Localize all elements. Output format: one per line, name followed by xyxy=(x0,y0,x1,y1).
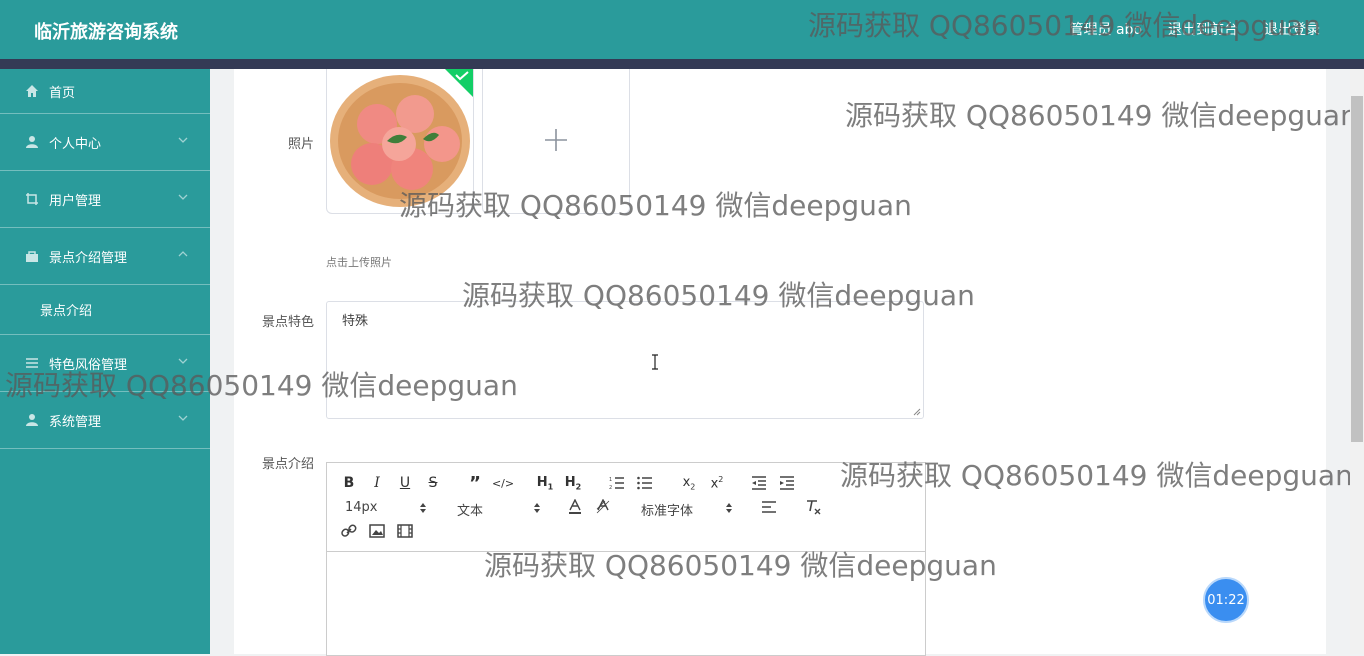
outdent-button[interactable] xyxy=(749,473,769,493)
sidebar-item-attraction-management[interactable]: 景点介绍管理 xyxy=(0,228,210,285)
ordered-list-button[interactable]: 12 xyxy=(607,473,627,493)
clear-format-icon xyxy=(807,500,821,515)
background-color-button[interactable] xyxy=(593,497,613,517)
code-block-button[interactable]: </> xyxy=(492,473,514,493)
person-icon xyxy=(26,414,38,426)
chevron-up-icon xyxy=(178,251,188,257)
font-size-select[interactable]: 14px xyxy=(345,500,378,515)
select-arrows-icon xyxy=(420,503,426,513)
feature-label: 景点特色 xyxy=(261,315,314,330)
watermark-text: 源码获取 QQ86050149 微信deepguan xyxy=(5,369,518,402)
background-color-icon xyxy=(596,499,610,514)
watermark-text: 源码获取 QQ86050149 微信deepguan xyxy=(840,459,1353,492)
sidebar-item-label: 景点介绍 xyxy=(40,304,93,319)
sidebar-item-label: 景点介绍管理 xyxy=(49,250,128,266)
scrollbar-thumb[interactable] xyxy=(1351,96,1363,442)
sidebar-item-home[interactable]: 首页 xyxy=(0,69,210,114)
chevron-down-icon xyxy=(178,137,188,143)
editor-toolbar: B I U S ” </> H1 H2 12 x2 x2 14px 文本 标准字 xyxy=(327,463,925,552)
align-button[interactable] xyxy=(759,497,779,517)
underline-button[interactable]: U xyxy=(395,473,415,493)
bullet-list-icon xyxy=(637,476,652,490)
watermark-text: 源码获取 QQ86050149 微信deepguan xyxy=(399,189,912,222)
sidebar-item-label: 用户管理 xyxy=(49,193,102,209)
bullet-list-button[interactable] xyxy=(635,473,655,493)
crop-icon xyxy=(26,193,38,205)
sidebar-item-user-management[interactable]: 用户管理 xyxy=(0,171,210,228)
blockquote-button[interactable]: ” xyxy=(465,473,485,494)
photo-label: 照片 xyxy=(287,137,314,152)
intro-label: 景点介绍 xyxy=(261,457,314,472)
sidebar-item-label: 系统管理 xyxy=(49,414,102,430)
align-left-icon xyxy=(762,501,776,513)
heading-2-button[interactable]: H2 xyxy=(563,473,583,493)
chevron-down-icon xyxy=(178,415,188,421)
outdent-icon xyxy=(752,476,766,490)
watermark-text: 源码获取 QQ86050149 微信deepguan xyxy=(462,279,975,312)
ordered-list-icon: 12 xyxy=(609,477,624,490)
resize-handle-icon[interactable] xyxy=(913,408,921,416)
font-color-icon xyxy=(569,499,581,514)
svg-text:2: 2 xyxy=(609,485,612,490)
link-button[interactable] xyxy=(339,521,359,541)
indent-icon xyxy=(780,476,794,490)
italic-button[interactable]: I xyxy=(367,473,387,493)
chevron-down-icon xyxy=(178,194,188,200)
sidebar-item-personal-center[interactable]: 个人中心 xyxy=(0,114,210,171)
watermark-text: 源码获取 QQ86050149 微信deepguan xyxy=(845,99,1358,132)
video-button[interactable] xyxy=(395,521,415,541)
text-type-select[interactable]: 文本 xyxy=(457,500,483,519)
video-icon xyxy=(397,524,413,538)
bold-button[interactable]: B xyxy=(339,473,359,493)
indent-button[interactable] xyxy=(777,473,797,493)
header-stripe xyxy=(0,59,1364,69)
select-arrows-icon xyxy=(726,503,732,513)
image-icon xyxy=(369,524,385,538)
select-arrows-icon xyxy=(534,503,540,513)
app-title: 临沂旅游咨询系统 xyxy=(34,22,178,43)
superscript-button[interactable]: x2 xyxy=(707,473,727,493)
link-icon xyxy=(341,524,357,537)
plus-icon xyxy=(545,129,567,151)
font-family-select[interactable]: 标准字体 xyxy=(641,500,693,519)
upload-success-check-icon xyxy=(445,69,473,97)
clear-format-button[interactable] xyxy=(803,497,823,517)
recording-timer-badge[interactable]: 01:22 xyxy=(1203,577,1249,623)
strikethrough-button[interactable]: S xyxy=(423,473,443,493)
watermark-text: 源码获取 QQ86050149 微信deepguan xyxy=(808,9,1321,42)
svg-text:1: 1 xyxy=(609,477,612,483)
watermark-text: 源码获取 QQ86050149 微信deepguan xyxy=(484,549,997,582)
heading-1-button[interactable]: H1 xyxy=(535,473,555,493)
person-icon xyxy=(26,136,38,148)
sidebar: 首页 个人中心 用户管理 景点介绍管理 景点介绍 特色风俗管理 系统管理 xyxy=(0,69,210,654)
feature-text: 特殊 xyxy=(342,314,369,329)
font-color-button[interactable] xyxy=(565,497,585,517)
bag-icon xyxy=(26,251,38,262)
sidebar-item-label: 个人中心 xyxy=(49,136,102,152)
sidebar-subitem-attraction-intro[interactable]: 景点介绍 xyxy=(0,285,210,335)
upload-tip: 点击上传照片 xyxy=(326,256,392,269)
text-cursor-icon xyxy=(652,354,658,370)
subscript-button[interactable]: x2 xyxy=(679,473,699,493)
image-button[interactable] xyxy=(367,521,387,541)
sidebar-item-label: 首页 xyxy=(49,85,76,101)
home-icon xyxy=(26,85,38,97)
